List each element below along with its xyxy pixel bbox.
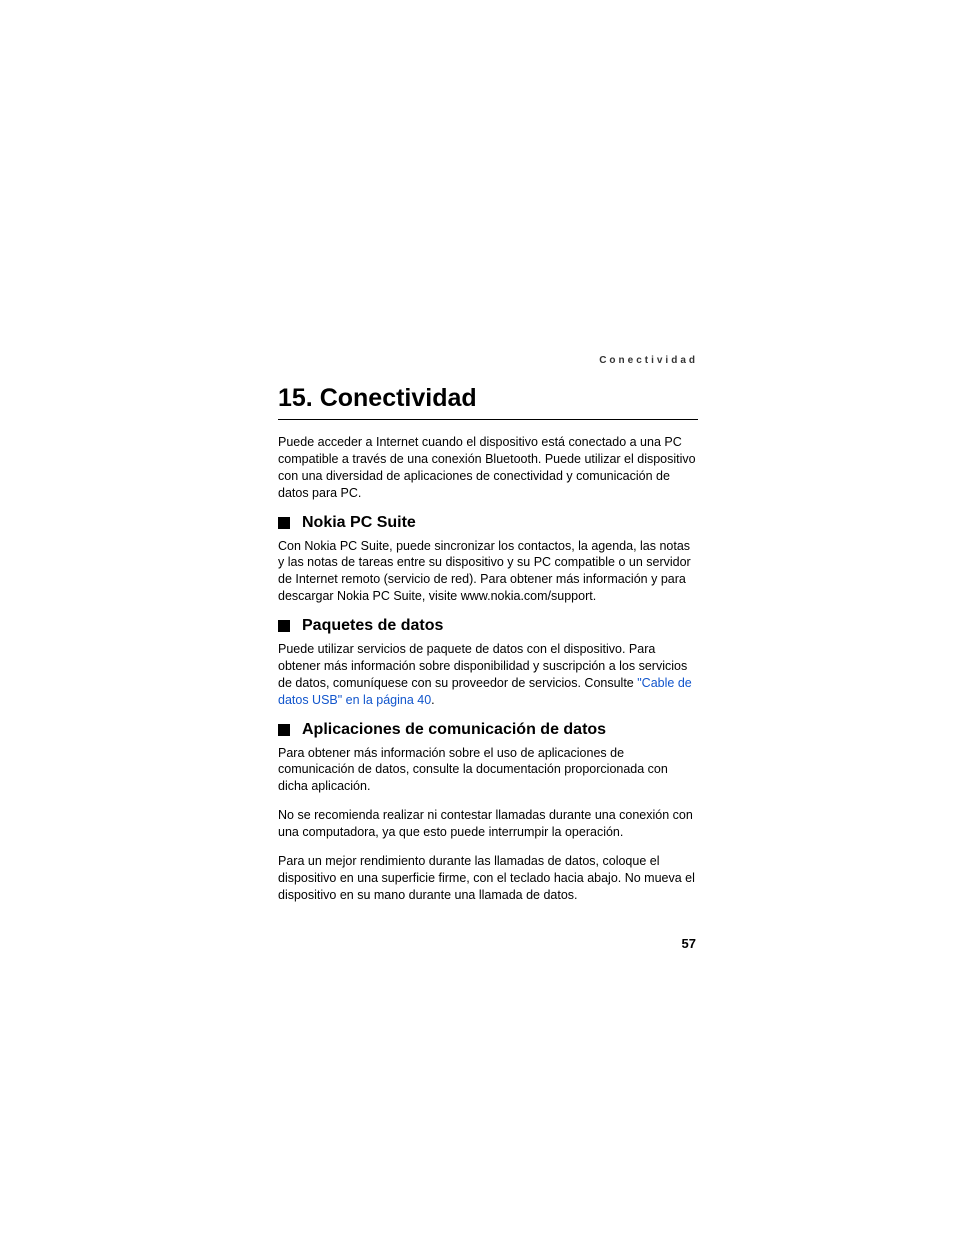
page-content: Conectividad 15. Conectividad Puede acce… — [278, 355, 698, 916]
intro-paragraph: Puede acceder a Internet cuando el dispo… — [278, 434, 698, 502]
section-heading-paquetes-de-datos: Paquetes de datos — [278, 617, 698, 635]
bullet-square-icon — [278, 620, 290, 632]
bullet-square-icon — [278, 517, 290, 529]
section-title: Nokia PC Suite — [302, 514, 416, 532]
bullet-square-icon — [278, 724, 290, 736]
body-paragraph: Puede utilizar servicios de paquete de d… — [278, 641, 698, 709]
body-paragraph: Con Nokia PC Suite, puede sincronizar lo… — [278, 538, 698, 606]
body-paragraph: Para obtener más información sobre el us… — [278, 745, 698, 796]
paragraph-text: Puede utilizar servicios de paquete de d… — [278, 642, 687, 690]
page-number: 57 — [682, 936, 696, 951]
section-title: Paquetes de datos — [302, 617, 443, 635]
body-paragraph: Para un mejor rendimiento durante las ll… — [278, 853, 698, 904]
section-title: Aplicaciones de comunicación de datos — [302, 721, 606, 739]
chapter-title: 15. Conectividad — [278, 384, 698, 420]
running-header: Conectividad — [278, 355, 698, 366]
section-heading-nokia-pc-suite: Nokia PC Suite — [278, 514, 698, 532]
paragraph-text-after: . — [431, 693, 434, 707]
body-paragraph: No se recomienda realizar ni contestar l… — [278, 807, 698, 841]
section-heading-aplicaciones: Aplicaciones de comunicación de datos — [278, 721, 698, 739]
